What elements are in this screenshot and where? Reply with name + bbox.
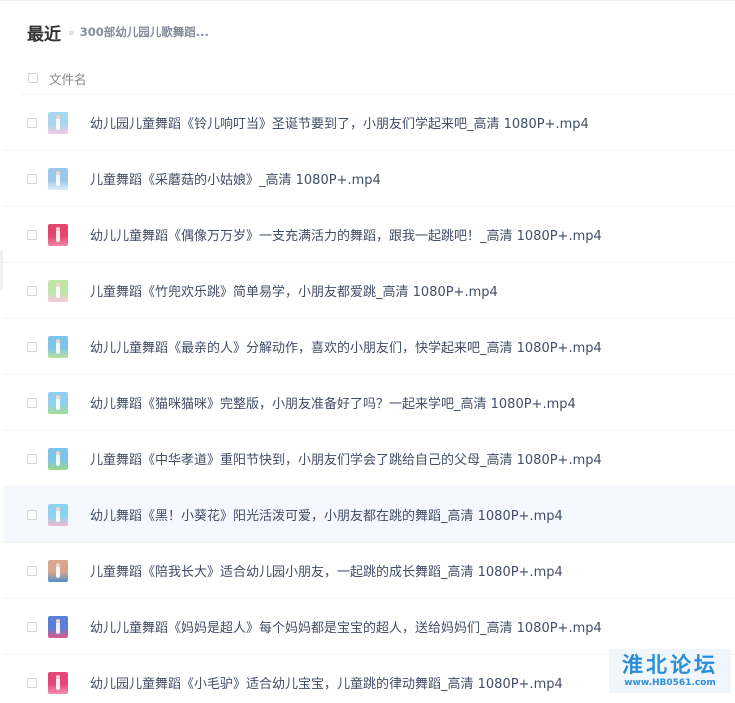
video-thumbnail-icon[interactable] (48, 223, 68, 246)
video-thumbnail-icon[interactable] (48, 671, 68, 694)
breadcrumb-folder[interactable]: 300部幼儿园儿歌舞蹈... (80, 24, 209, 40)
file-row[interactable]: 儿童舞蹈《中华孝道》重阳节快到，小朋友们学会了跳给自己的父母_高清 1080P+… (3, 431, 735, 487)
file-name[interactable]: 幼儿儿童舞蹈《偶像万万岁》一支充满活力的舞蹈，跟我一起跳吧！_高清 1080P+… (90, 225, 602, 244)
file-name[interactable]: 儿童舞蹈《陪我长大》适合幼儿园小朋友，一起跳的成长舞蹈_高清 1080P+.mp… (90, 561, 563, 580)
breadcrumb-separator-icon: » (68, 25, 75, 39)
file-row[interactable]: 儿童舞蹈《采蘑菇的小姑娘》_高清 1080P+.mp4 (3, 151, 735, 207)
file-row[interactable]: 儿童舞蹈《竹兜欢乐跳》简单易学，小朋友都爱跳_高清 1080P+.mp4 (3, 263, 735, 319)
file-row-checkbox[interactable] (27, 677, 37, 688)
file-row-checkbox[interactable] (27, 341, 37, 352)
file-row[interactable]: 幼儿园儿童舞蹈《铃儿响叮当》圣诞节要到了，小朋友们学起来吧_高清 1080P+.… (3, 95, 735, 151)
file-row[interactable]: 幼儿儿童舞蹈《妈妈是超人》每个妈妈都是宝宝的超人，送给妈妈们_高清 1080P+… (3, 599, 735, 655)
file-row-checkbox[interactable] (27, 285, 37, 296)
file-row[interactable]: 儿童舞蹈《陪我长大》适合幼儿园小朋友，一起跳的成长舞蹈_高清 1080P+.mp… (3, 543, 735, 599)
file-name[interactable]: 幼儿舞蹈《猫咪猫咪》完整版，小朋友准备好了吗？一起来学吧_高清 1080P+.m… (90, 393, 576, 412)
file-row[interactable]: 幼儿儿童舞蹈《最亲的人》分解动作，喜欢的小朋友们，快学起来吧_高清 1080P+… (3, 319, 735, 375)
column-filename-label[interactable]: 文件名 (49, 69, 87, 88)
file-name[interactable]: 幼儿舞蹈《黑！小葵花》阳光活泼可爱，小朋友都在跳的舞蹈_高清 1080P+.mp… (90, 505, 563, 524)
top-divider (0, 0, 735, 1)
video-thumbnail-icon[interactable] (48, 615, 68, 638)
video-thumbnail-icon[interactable] (48, 167, 68, 190)
file-row-checkbox[interactable] (27, 621, 37, 632)
watermark-url: www.HB0561.com (624, 678, 716, 688)
file-browser-page: 最近 » 300部幼儿园儿歌舞蹈... 文件名 幼儿园儿童舞蹈《铃儿响叮当》圣诞… (0, 0, 735, 703)
file-row[interactable]: 幼儿舞蹈《猫咪猫咪》完整版，小朋友准备好了吗？一起来学吧_高清 1080P+.m… (3, 375, 735, 431)
file-row-checkbox[interactable] (27, 173, 37, 184)
video-thumbnail-icon[interactable] (48, 111, 68, 134)
file-row-checkbox[interactable] (27, 453, 37, 464)
file-name[interactable]: 儿童舞蹈《竹兜欢乐跳》简单易学，小朋友都爱跳_高清 1080P+.mp4 (90, 281, 498, 300)
file-name[interactable]: 儿童舞蹈《采蘑菇的小姑娘》_高清 1080P+.mp4 (90, 169, 381, 188)
watermark-title: 淮北论坛 (622, 653, 718, 677)
breadcrumb: 最近 » 300部幼儿园儿歌舞蹈... (27, 18, 209, 46)
watermark-logo: 淮北论坛 www.HB0561.com (609, 649, 731, 693)
file-name[interactable]: 幼儿儿童舞蹈《最亲的人》分解动作，喜欢的小朋友们，快学起来吧_高清 1080P+… (90, 337, 602, 356)
select-all-checkbox[interactable] (28, 73, 38, 83)
file-name[interactable]: 幼儿儿童舞蹈《妈妈是超人》每个妈妈都是宝宝的超人，送给妈妈们_高清 1080P+… (90, 617, 602, 636)
file-row-checkbox[interactable] (27, 117, 37, 128)
file-row-checkbox[interactable] (27, 397, 37, 408)
file-name[interactable]: 儿童舞蹈《中华孝道》重阳节快到，小朋友们学会了跳给自己的父母_高清 1080P+… (90, 449, 602, 468)
video-thumbnail-icon[interactable] (48, 559, 68, 582)
file-row-checkbox[interactable] (27, 509, 37, 520)
file-name[interactable]: 幼儿园儿童舞蹈《小毛驴》适合幼儿宝宝，儿童跳的律动舞蹈_高清 1080P+.mp… (90, 673, 563, 692)
column-header: 文件名 (22, 62, 735, 95)
video-thumbnail-icon[interactable] (48, 279, 68, 302)
video-thumbnail-icon[interactable] (48, 447, 68, 470)
breadcrumb-recent[interactable]: 最近 (27, 20, 61, 45)
video-thumbnail-icon[interactable] (48, 335, 68, 358)
file-list: 幼儿园儿童舞蹈《铃儿响叮当》圣诞节要到了，小朋友们学起来吧_高清 1080P+.… (0, 95, 735, 703)
file-row[interactable]: 幼儿舞蹈《黑！小葵花》阳光活泼可爱，小朋友都在跳的舞蹈_高清 1080P+.mp… (3, 487, 735, 543)
video-thumbnail-icon[interactable] (48, 391, 68, 414)
file-row-checkbox[interactable] (27, 229, 37, 240)
file-name[interactable]: 幼儿园儿童舞蹈《铃儿响叮当》圣诞节要到了，小朋友们学起来吧_高清 1080P+.… (90, 113, 589, 132)
file-row-checkbox[interactable] (27, 565, 37, 576)
video-thumbnail-icon[interactable] (48, 503, 68, 526)
file-row[interactable]: 幼儿儿童舞蹈《偶像万万岁》一支充满活力的舞蹈，跟我一起跳吧！_高清 1080P+… (3, 207, 735, 263)
